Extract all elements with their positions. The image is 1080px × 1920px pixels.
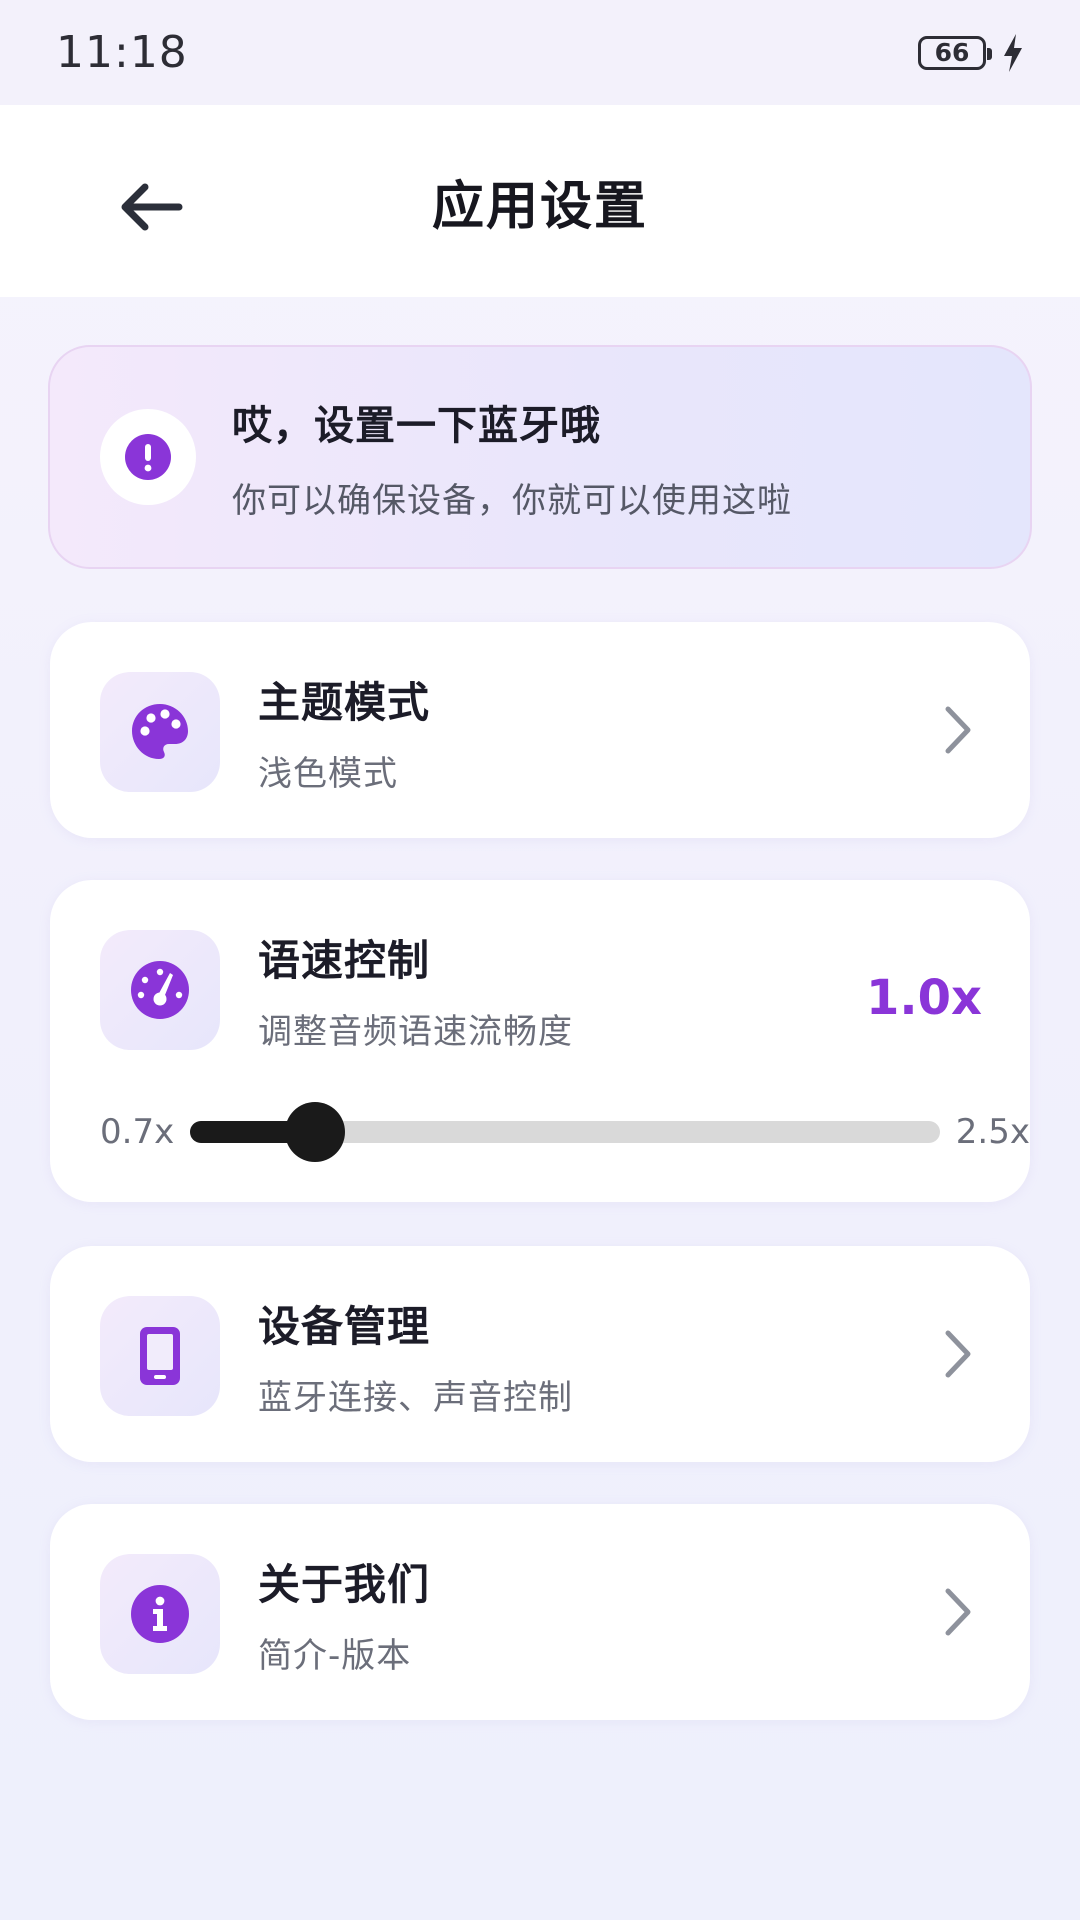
- device-management-card[interactable]: 设备管理 蓝牙连接、声音控制: [50, 1246, 1030, 1462]
- speed-slider[interactable]: [190, 1102, 940, 1162]
- alert-description: 你可以确保设备，你就可以使用这啦: [232, 480, 792, 521]
- status-bar: 11:18 66: [0, 0, 1080, 105]
- back-arrow-icon: [121, 183, 183, 231]
- about-icon-tile: [100, 1554, 220, 1674]
- theme-mode-value: 浅色模式: [258, 754, 398, 794]
- phone-icon: [140, 1327, 180, 1385]
- slider-thumb[interactable]: [285, 1102, 346, 1162]
- speech-speed-title: 语速控制: [258, 936, 431, 985]
- speed-icon-tile: [100, 930, 220, 1050]
- palette-icon: [132, 704, 188, 759]
- device-management-subtitle: 蓝牙连接、声音控制: [258, 1378, 573, 1418]
- about-chevron-icon[interactable]: [928, 1504, 988, 1720]
- slider-max-label: 2.5x: [955, 1112, 1030, 1152]
- about-us-card[interactable]: 关于我们 简介-版本: [50, 1504, 1030, 1720]
- theme-chevron-icon[interactable]: [928, 622, 988, 838]
- back-button[interactable]: [110, 167, 190, 247]
- charging-icon: [1004, 33, 1022, 72]
- status-icons: 66: [918, 33, 1024, 72]
- theme-icon-tile: [100, 672, 220, 792]
- status-time: 11:18: [56, 27, 188, 78]
- bluetooth-alert-banner[interactable]: 哎，设置一下蓝牙哦 你可以确保设备，你就可以使用这啦: [48, 345, 1032, 569]
- slider-min-label: 0.7x: [100, 1112, 175, 1152]
- page-title: 应用设置: [431, 176, 648, 237]
- app-header: 应用设置: [0, 105, 1080, 297]
- speedometer-icon: [131, 961, 189, 1019]
- exclamation-icon: [125, 434, 171, 480]
- info-icon: [131, 1585, 189, 1643]
- device-chevron-icon[interactable]: [928, 1246, 988, 1462]
- speed-value-label: 1.0x: [866, 970, 982, 1026]
- battery-level: 66: [934, 38, 970, 67]
- theme-mode-card[interactable]: 主题模式 浅色模式: [50, 622, 1030, 838]
- about-us-title: 关于我们: [258, 1560, 431, 1609]
- speech-speed-card: 语速控制 调整音频语速流畅度 1.0x 0.7x 2.5x: [50, 880, 1030, 1202]
- about-us-subtitle: 简介-版本: [258, 1636, 412, 1676]
- alert-title: 哎，设置一下蓝牙哦: [232, 402, 601, 449]
- battery-icon: 66: [918, 35, 992, 70]
- speed-slider-row: 0.7x 2.5x: [100, 1102, 1030, 1162]
- device-icon-tile: [100, 1296, 220, 1416]
- speech-speed-subtitle: 调整音频语速流畅度: [258, 1012, 573, 1052]
- alert-icon-wrapper: [100, 409, 196, 505]
- device-management-title: 设备管理: [258, 1302, 431, 1351]
- theme-mode-title: 主题模式: [258, 678, 431, 727]
